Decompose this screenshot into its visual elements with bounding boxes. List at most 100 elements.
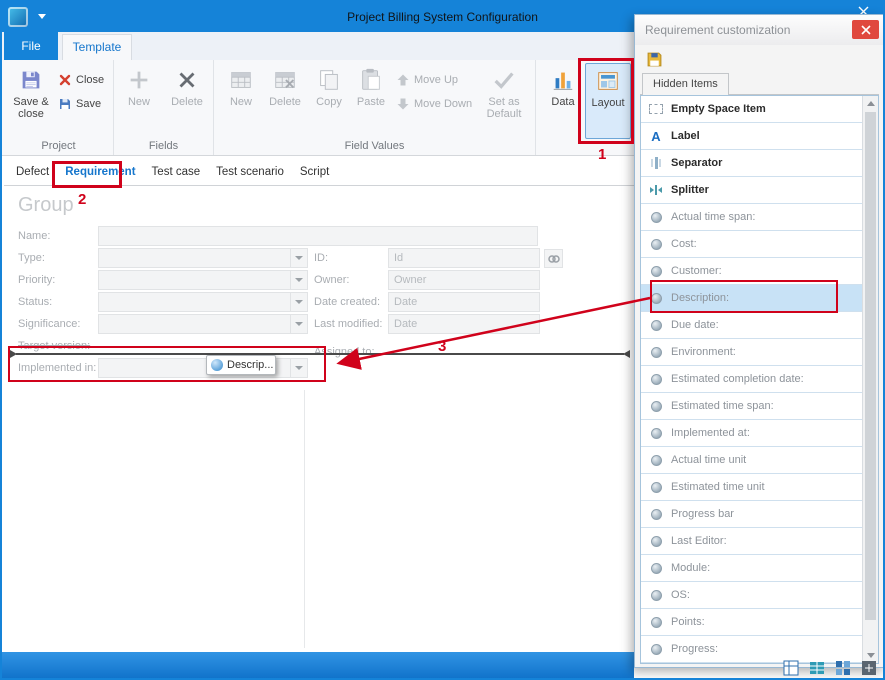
list-item-estimated-time-unit[interactable]: Estimated time unit	[641, 474, 862, 501]
tab-hidden-items[interactable]: Hidden Items	[642, 73, 729, 95]
list-item-due-date[interactable]: Due date:	[641, 312, 862, 339]
set-as-default-label: Set as Default	[476, 96, 532, 120]
list-item-implemented-at[interactable]: Implemented at:	[641, 420, 862, 447]
list-item-label-item[interactable]: A Label	[641, 123, 862, 150]
dropdown-icon[interactable]	[290, 315, 307, 333]
fields-new-button[interactable]: New	[116, 63, 162, 139]
status-combo[interactable]	[98, 292, 308, 312]
field-item-icon	[647, 266, 665, 277]
fields-new-label: New	[128, 96, 150, 108]
dropdown-icon[interactable]	[290, 359, 307, 377]
list-item-description[interactable]: Description:	[641, 285, 862, 312]
data-button[interactable]: Data	[540, 63, 586, 139]
ribbon-tab-template[interactable]: Template	[62, 34, 132, 60]
move-up-button[interactable]: Move Up	[396, 69, 458, 91]
tab-test-case[interactable]: Test case	[144, 158, 209, 186]
field-item-icon	[647, 374, 665, 385]
priority-label: Priority:	[18, 274, 55, 286]
tray-window-icon[interactable]	[861, 660, 877, 676]
arrow-up-icon	[396, 73, 410, 87]
field-item-icon	[647, 428, 665, 439]
tab-test-scenario[interactable]: Test scenario	[208, 158, 292, 186]
tray-table-icon[interactable]	[809, 660, 825, 676]
values-new-button[interactable]: New	[218, 63, 264, 139]
list-item-progress[interactable]: Progress:	[641, 636, 862, 663]
list-item-last-editor[interactable]: Last Editor:	[641, 528, 862, 555]
copy-button[interactable]: Copy	[306, 63, 352, 139]
tray-squares-icon[interactable]	[835, 660, 851, 676]
list-item-estimated-time-span[interactable]: Estimated time span:	[641, 393, 862, 420]
list-item-estimated-completion-date[interactable]: Estimated completion date:	[641, 366, 862, 393]
list-item-environment[interactable]: Environment:	[641, 339, 862, 366]
list-item-label: Cost:	[671, 238, 697, 250]
implemented-in-combo[interactable]	[98, 358, 308, 378]
dropdown-icon[interactable]	[290, 271, 307, 289]
list-item-separator[interactable]: Separator	[641, 150, 862, 177]
customization-close-button[interactable]	[852, 20, 879, 39]
plus-icon	[126, 67, 152, 93]
fields-delete-label: Delete	[171, 96, 203, 108]
scrollbar-thumb[interactable]	[865, 112, 876, 620]
link-icon	[547, 252, 561, 266]
move-down-button[interactable]: Move Down	[396, 93, 472, 115]
values-delete-button[interactable]: Delete	[262, 63, 308, 139]
list-item-customer[interactable]: Customer:	[641, 258, 862, 285]
copy-label: Copy	[316, 96, 342, 108]
list-item-empty-space[interactable]: Empty Space Item	[641, 96, 862, 123]
field-item-icon	[647, 563, 665, 574]
date-created-input[interactable]: Date	[388, 292, 540, 312]
dropdown-icon[interactable]	[290, 249, 307, 267]
id-input[interactable]: Id	[388, 248, 540, 268]
date-created-label: Date created:	[314, 296, 380, 308]
close-button[interactable]: Close	[58, 69, 104, 91]
field-item-icon	[647, 239, 665, 250]
last-modified-input[interactable]: Date	[388, 314, 540, 334]
priority-combo[interactable]	[98, 270, 308, 290]
close-label: Close	[76, 74, 104, 86]
save-button[interactable]: Save	[58, 93, 101, 115]
tab-defect[interactable]: Defect	[8, 158, 57, 186]
list-item-label: Estimated completion date:	[671, 373, 804, 385]
separator-icon	[647, 156, 665, 170]
list-item-actual-time-unit[interactable]: Actual time unit	[641, 447, 862, 474]
scroll-up-icon[interactable]	[863, 96, 878, 111]
fields-delete-button[interactable]: Delete	[164, 63, 210, 139]
significance-combo[interactable]	[98, 314, 308, 334]
customization-save-button[interactable]	[643, 48, 665, 70]
implemented-in-label: Implemented in:	[18, 362, 96, 374]
name-input[interactable]	[98, 226, 538, 246]
last-modified-value: Date	[389, 315, 539, 330]
ribbon-tab-file[interactable]: File	[4, 32, 58, 60]
list-item-label: Customer:	[671, 265, 722, 277]
tab-requirement[interactable]: Requirement	[57, 158, 143, 186]
list-item-actual-time-span[interactable]: Actual time span:	[641, 204, 862, 231]
list-item-cost[interactable]: Cost:	[641, 231, 862, 258]
status-label: Status:	[18, 296, 52, 308]
list-item-points[interactable]: Points:	[641, 609, 862, 636]
dropdown-icon[interactable]	[290, 293, 307, 311]
list-item-label: Environment:	[671, 346, 736, 358]
layout-button[interactable]: Layout	[585, 63, 631, 139]
list-item-splitter[interactable]: Splitter	[641, 177, 862, 204]
type-label: Type:	[18, 252, 45, 264]
drag-ghost-description[interactable]: Descrip...	[206, 355, 276, 375]
group-label-fields: Fields	[114, 140, 213, 152]
list-item-label: Module:	[671, 562, 710, 574]
paste-button[interactable]: Paste	[348, 63, 394, 139]
list-item-progress-bar[interactable]: Progress bar	[641, 501, 862, 528]
owner-input[interactable]: Owner	[388, 270, 540, 290]
tab-script[interactable]: Script	[292, 158, 337, 186]
list-item-module[interactable]: Module:	[641, 555, 862, 582]
type-combo[interactable]	[98, 248, 308, 268]
scrollbar[interactable]	[862, 96, 878, 663]
list-item-os[interactable]: OS:	[641, 582, 862, 609]
save-and-close-button[interactable]: Save & close	[8, 63, 54, 139]
tray-grid-icon[interactable]	[783, 660, 799, 676]
paste-label: Paste	[357, 96, 385, 108]
annotation-step-2: 2	[78, 191, 86, 208]
tray-icons	[783, 660, 877, 676]
link-button[interactable]	[544, 249, 563, 268]
drop-insertion-indicator	[10, 349, 630, 359]
set-as-default-button[interactable]: Set as Default	[476, 63, 532, 139]
field-item-icon	[647, 482, 665, 493]
